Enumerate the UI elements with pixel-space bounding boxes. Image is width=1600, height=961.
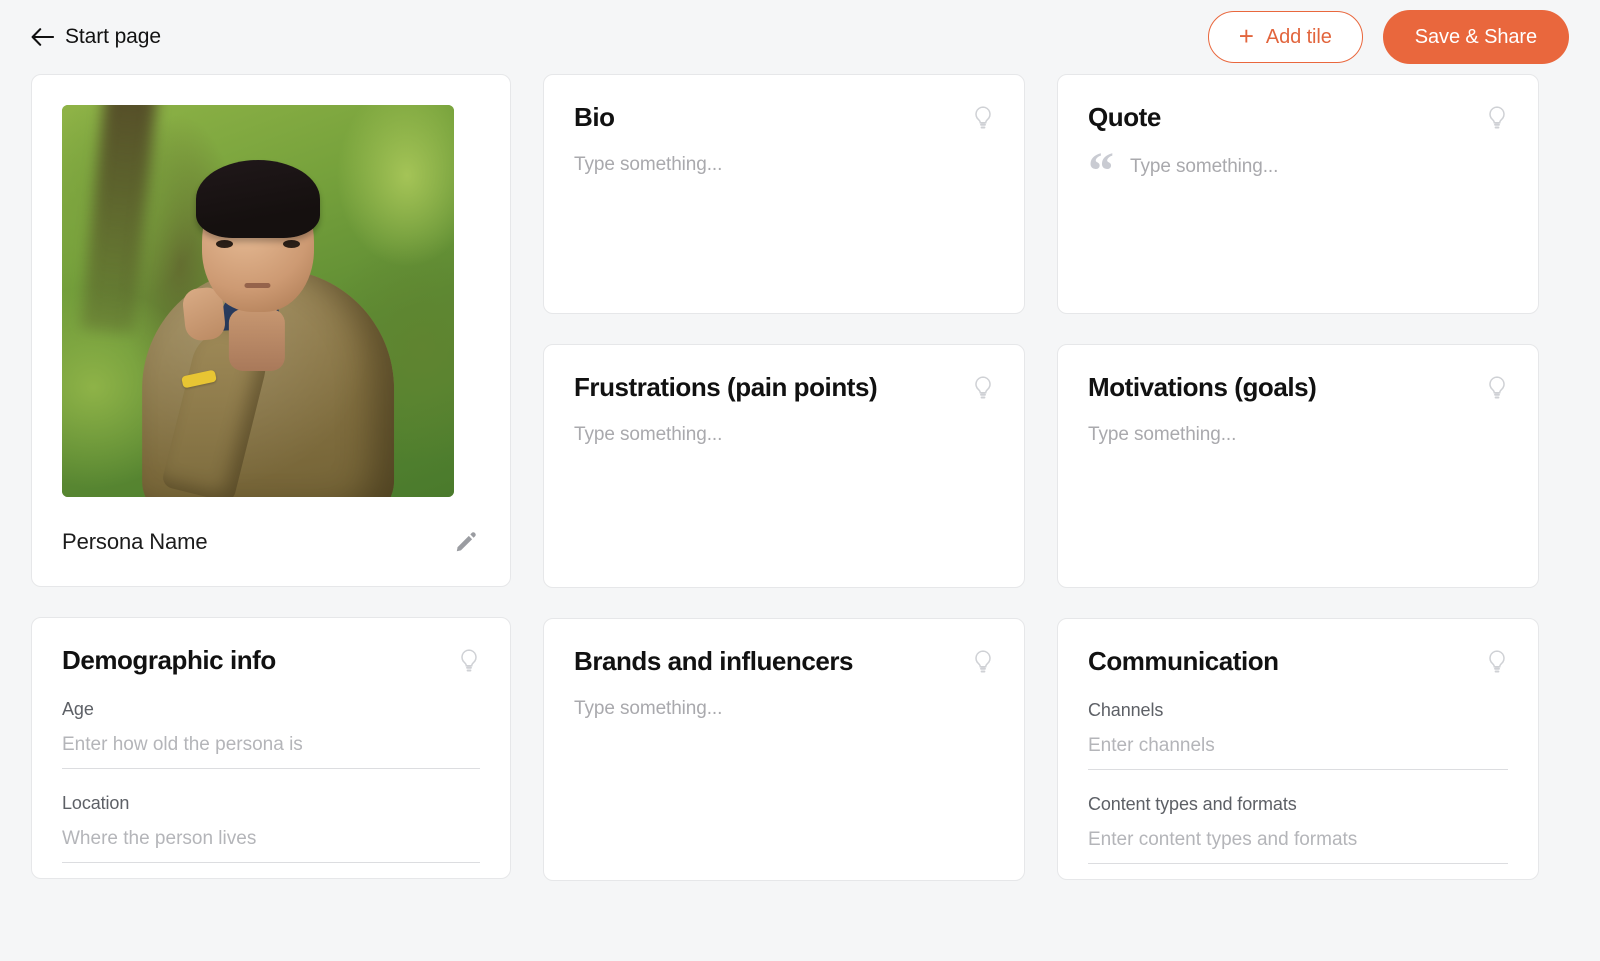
bio-tile[interactable]: Bio Type something... <box>543 74 1025 314</box>
tile-header: Motivations (goals) <box>1088 373 1508 402</box>
field-location: Location <box>62 793 480 863</box>
motivations-placeholder[interactable]: Type something... <box>1088 424 1508 446</box>
pencil-icon[interactable] <box>454 530 478 554</box>
tile-title: Bio <box>574 102 615 132</box>
persona-photo-background <box>62 105 454 497</box>
photo-neck <box>228 308 285 371</box>
field-content-types: Content types and formats <box>1088 794 1508 864</box>
top-toolbar: Start page + Add tile Save & Share <box>0 0 1600 74</box>
photo-mouth <box>244 283 271 289</box>
persona-avatar[interactable] <box>62 105 454 497</box>
add-tile-label: Add tile <box>1265 25 1332 48</box>
tile-title: Demographic info <box>62 645 276 675</box>
tile-title: Quote <box>1088 102 1161 132</box>
tile-title: Frustrations (pain points) <box>574 372 878 402</box>
field-label: Location <box>62 792 130 813</box>
tile-header: Bio <box>574 103 994 132</box>
brands-and-influencers-tile[interactable]: Brands and influencers Type something... <box>543 618 1025 881</box>
bio-placeholder[interactable]: Type something... <box>574 154 994 176</box>
persona-name-label: Persona Name <box>62 529 208 554</box>
communication-tile[interactable]: Communication Channels Content types and… <box>1057 618 1539 880</box>
tile-title: Motivations (goals) <box>1088 372 1317 402</box>
channels-input[interactable] <box>1088 734 1508 770</box>
lightbulb-icon[interactable] <box>458 648 480 674</box>
photo-hair <box>196 159 320 238</box>
tile-title: Brands and influencers <box>574 646 854 676</box>
photo-eye-left <box>215 240 233 249</box>
plus-icon: + <box>1238 21 1254 51</box>
tile-header: Demographic info <box>62 646 480 675</box>
brands-placeholder[interactable]: Type something... <box>574 698 994 720</box>
field-channels: Channels <box>1088 700 1508 770</box>
frustrations-placeholder[interactable]: Type something... <box>574 424 994 446</box>
motivations-tile[interactable]: Motivations (goals) Type something... <box>1057 344 1539 588</box>
demographic-info-tile[interactable]: Demographic info Age Location <box>31 617 511 879</box>
board-column-2: Bio Type something... Frustrations (pain… <box>543 74 1025 881</box>
board-column-3: Quote “ Type something... Motivations (g… <box>1057 74 1539 880</box>
back-link-label: Start page <box>65 25 161 48</box>
photo-tree-trunk <box>80 105 158 335</box>
lightbulb-icon[interactable] <box>1486 649 1508 675</box>
lightbulb-icon[interactable] <box>972 649 994 675</box>
save-and-share-button[interactable]: Save & Share <box>1382 10 1569 64</box>
persona-photo-card[interactable]: Persona Name <box>31 74 511 587</box>
quote-mark-icon: “ <box>1088 142 1114 200</box>
lightbulb-icon[interactable] <box>972 105 994 131</box>
age-input[interactable] <box>62 733 480 769</box>
add-tile-button[interactable]: + Add tile <box>1207 11 1363 63</box>
field-age: Age <box>62 699 480 769</box>
arrow-left-icon <box>31 28 54 46</box>
content-types-input[interactable] <box>1088 828 1508 864</box>
back-to-start-page-link[interactable]: Start page <box>31 25 161 49</box>
tile-header: Frustrations (pain points) <box>574 373 994 402</box>
lightbulb-icon[interactable] <box>972 375 994 401</box>
quote-body: “ Type something... <box>1088 145 1508 197</box>
tile-title: Communication <box>1088 646 1279 676</box>
lightbulb-icon[interactable] <box>1486 375 1508 401</box>
persona-board: Persona Name Demographic info Age Enter … <box>0 74 1600 881</box>
persona-name-row: Persona Name <box>62 497 480 587</box>
frustrations-tile[interactable]: Frustrations (pain points) Type somethin… <box>543 344 1025 588</box>
board-column-1: Persona Name Demographic info Age Enter … <box>31 74 511 879</box>
toolbar-actions: + Add tile Save & Share <box>1207 10 1569 64</box>
tile-header: Brands and influencers <box>574 647 994 676</box>
tile-header: Communication <box>1088 647 1508 676</box>
field-label: Channels <box>1088 699 1164 720</box>
quote-placeholder[interactable]: Type something... <box>1130 150 1278 178</box>
quote-tile[interactable]: Quote “ Type something... <box>1057 74 1539 314</box>
tile-header: Quote <box>1088 103 1508 132</box>
field-label: Age <box>62 698 94 719</box>
field-label: Content types and formats <box>1088 793 1297 814</box>
location-input[interactable] <box>62 827 480 863</box>
lightbulb-icon[interactable] <box>1486 105 1508 131</box>
